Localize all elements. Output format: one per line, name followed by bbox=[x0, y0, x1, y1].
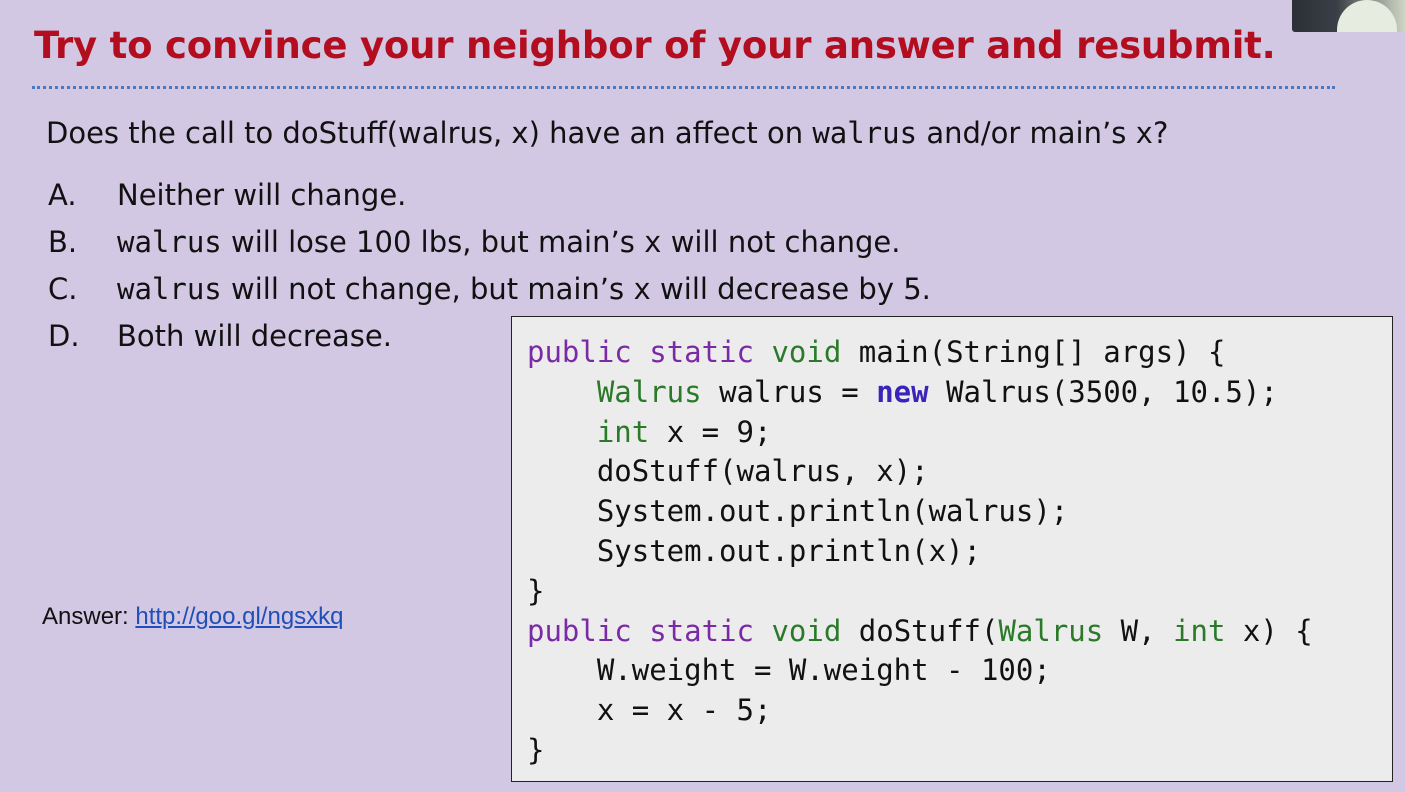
code-line: x = x - 5; bbox=[527, 691, 1313, 731]
code-line: Walrus walrus = new Walrus(3500, 10.5); bbox=[527, 373, 1313, 413]
code-token: System.out.println(walrus); bbox=[527, 494, 1069, 529]
code-line: public static void doStuff(Walrus W, int… bbox=[527, 612, 1313, 652]
option-code-a: walrus bbox=[117, 272, 222, 306]
code-token: System.out.println(x); bbox=[527, 533, 981, 568]
option-letter: A. bbox=[48, 178, 77, 212]
title-divider bbox=[32, 86, 1335, 89]
option-text: walrus will not change, but main’s x wil… bbox=[117, 270, 931, 317]
option-letter: D. bbox=[48, 319, 80, 353]
code-token: main(String[] args) { bbox=[841, 335, 1226, 369]
option-text-a: Neither will change. bbox=[117, 178, 407, 212]
webcam-person bbox=[1337, 0, 1397, 32]
option-text: Both will decrease. bbox=[117, 317, 392, 364]
code-keyword: public bbox=[527, 335, 632, 369]
option-letter: C. bbox=[48, 272, 78, 306]
code-type: void bbox=[771, 335, 842, 369]
code-listing: public static void main(String[] args) {… bbox=[527, 333, 1313, 771]
code-line: public static void main(String[] args) { bbox=[527, 333, 1313, 373]
code-line: W.weight = W.weight - 100; bbox=[527, 651, 1313, 691]
answer-link[interactable]: http://goo.gl/ngsxkq bbox=[135, 603, 343, 630]
code-token: W.weight = W.weight - 100; bbox=[527, 653, 1051, 688]
code-line: } bbox=[527, 731, 1313, 771]
webcam-thumbnail bbox=[1292, 0, 1405, 32]
option-text-b: will decrease by 5. bbox=[650, 272, 931, 306]
code-block: public static void main(String[] args) {… bbox=[511, 316, 1393, 782]
option-letter: B. bbox=[48, 225, 78, 259]
option-text-a: Both will decrease. bbox=[117, 319, 392, 353]
code-token: } bbox=[527, 573, 545, 608]
code-line: doStuff(walrus, x); bbox=[527, 452, 1313, 492]
code-keyword: static bbox=[649, 335, 754, 369]
option-a: A. Neither will change. bbox=[48, 176, 931, 223]
code-type: int bbox=[1173, 613, 1226, 648]
code-type: void bbox=[771, 613, 842, 648]
code-type: Walrus bbox=[998, 613, 1104, 648]
code-token: walrus = bbox=[701, 374, 877, 409]
option-text-a: will not change, but main’s bbox=[221, 272, 634, 306]
code-token: x) { bbox=[1225, 613, 1313, 648]
code-token: x = x - 5; bbox=[527, 693, 772, 728]
code-keyword: public bbox=[527, 613, 632, 648]
question-part-3: ? bbox=[1153, 116, 1169, 150]
code-token: W, bbox=[1103, 613, 1174, 648]
code-line: } bbox=[527, 572, 1313, 612]
option-b: B. walrus will lose 100 lbs, but main’s … bbox=[48, 223, 931, 270]
code-keyword: static bbox=[649, 613, 754, 648]
option-text-a: will lose 100 lbs, but main’s bbox=[221, 225, 645, 259]
option-code-a: walrus bbox=[117, 225, 222, 259]
question-text: Does the call to doStuff(walrus, x) have… bbox=[46, 116, 1168, 150]
code-token: doStuff( bbox=[841, 613, 999, 648]
answer-line: Answer: http://goo.gl/ngsxkq bbox=[42, 603, 344, 631]
option-text: walrus will lose 100 lbs, but main’s x w… bbox=[117, 223, 900, 270]
code-new-keyword: new bbox=[876, 374, 929, 409]
question-code-walrus: walrus bbox=[812, 116, 918, 150]
slide-title: Try to convince your neighbor of your an… bbox=[34, 24, 1276, 67]
code-line: System.out.println(walrus); bbox=[527, 492, 1313, 532]
code-line: System.out.println(x); bbox=[527, 532, 1313, 572]
option-code-b: x bbox=[644, 225, 662, 259]
code-token: Walrus(3500, 10.5); bbox=[928, 374, 1278, 409]
question-code-x: x bbox=[1135, 116, 1154, 150]
answer-label: Answer: bbox=[42, 603, 136, 630]
code-token: } bbox=[527, 732, 545, 767]
option-code-b: x bbox=[633, 272, 651, 306]
code-line: int x = 9; bbox=[527, 413, 1313, 453]
option-text: Neither will change. bbox=[117, 176, 406, 223]
code-token: x = 9; bbox=[649, 414, 772, 449]
code-type: Walrus bbox=[596, 374, 702, 409]
code-type: int bbox=[596, 414, 650, 449]
question-part-1: Does the call to doStuff(walrus, x) have… bbox=[46, 116, 813, 150]
option-c: C. walrus will not change, but main’s x … bbox=[48, 270, 931, 317]
question-part-2: and/or main’s bbox=[917, 116, 1136, 150]
option-text-b: will not change. bbox=[661, 225, 901, 259]
code-token: doStuff(walrus, x); bbox=[527, 454, 929, 489]
